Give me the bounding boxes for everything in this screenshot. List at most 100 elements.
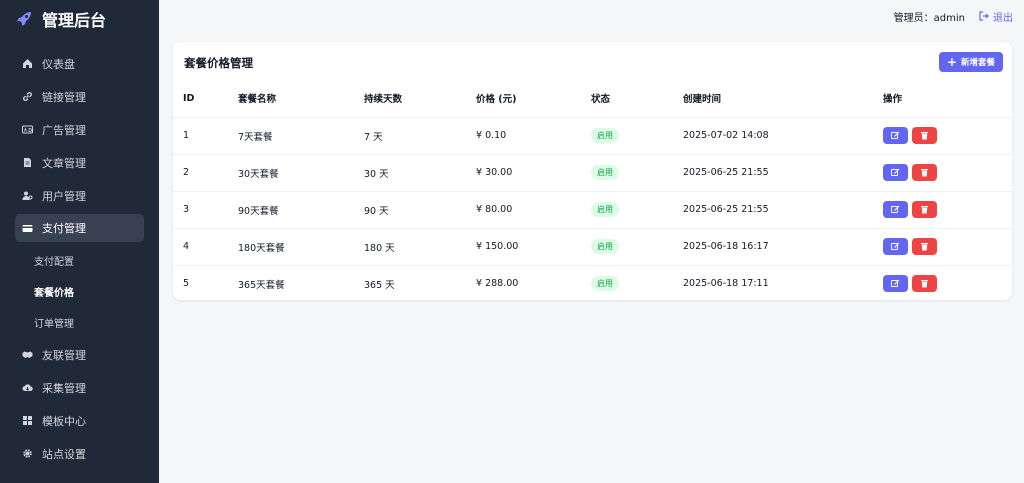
cell-name: 7天套餐 (238, 116, 364, 154)
col-actions: 操作 (883, 94, 903, 106)
home-icon (22, 58, 33, 69)
sidebar-item-label: 站点设置 (42, 447, 86, 461)
page-title: 套餐价格管理 (184, 56, 253, 70)
edit-button[interactable] (883, 238, 908, 255)
cell-created: 2025-07-02 14:08 (683, 116, 883, 154)
delete-button[interactable] (912, 127, 937, 144)
col-created: 创建时间 (683, 94, 722, 106)
sidebar-item-8[interactable]: 模板中心 (0, 404, 159, 437)
status-badge: 启用 (591, 239, 619, 254)
logout-link[interactable]: 退出 (979, 9, 1013, 24)
edit-button[interactable] (883, 275, 908, 293)
status-badge: 启用 (591, 165, 619, 180)
sidebar-item-label: 采集管理 (42, 381, 86, 395)
table-header-row: ID 套餐名称 持续天数 价格 (元) 状态 创建时间 操作 (173, 80, 1012, 117)
cell-days: 90 天 (364, 190, 476, 228)
table-row: 1 7天套餐 7 天 ¥ 0.10 启用 2025-07-02 14:08 (173, 116, 1012, 154)
cell-id: 1 (173, 116, 238, 154)
sidebar-item-1[interactable]: 链接管理 (0, 80, 159, 113)
edit-icon (891, 279, 900, 288)
cell-actions (883, 190, 1012, 228)
brand[interactable]: 管理后台 (0, 0, 159, 37)
cell-status: 启用 (591, 153, 683, 191)
trash-icon (920, 279, 929, 288)
cell-created: 2025-06-18 16:17 (683, 227, 883, 265)
cell-days: 180 天 (364, 227, 476, 265)
table-row: 3 90天套餐 90 天 ¥ 80.00 启用 2025-06-25 21:55 (173, 190, 1012, 228)
sidebar-item-label: 文章管理 (42, 156, 86, 170)
edit-button[interactable] (883, 164, 908, 181)
admin-label: 管理员：admin (893, 12, 965, 24)
sidebar-item-label: 友联管理 (42, 348, 86, 362)
sidebar-item-label: 仪表盘 (42, 57, 75, 71)
cell-actions (883, 153, 1012, 191)
sidebar-item-4[interactable]: 用户管理 (0, 179, 159, 212)
cell-status: 启用 (591, 264, 683, 302)
table-row: 4 180天套餐 180 天 ¥ 150.00 启用 2025-06-18 16:17 (173, 227, 1012, 265)
ad-icon (22, 124, 33, 135)
cell-actions (883, 227, 1012, 265)
delete-button[interactable] (912, 238, 937, 255)
cell-id: 2 (173, 153, 238, 191)
cell-actions (883, 264, 1012, 302)
status-badge: 启用 (591, 128, 619, 143)
package-table: ID 套餐名称 持续天数 价格 (元) 状态 创建时间 操作 1 7天套餐 7 天 ¥… (173, 80, 1012, 302)
logout-label: 退出 (993, 12, 1013, 24)
topbar: 管理员：admin 退出 (159, 0, 1024, 32)
delete-button[interactable] (912, 164, 937, 181)
col-status: 状态 (591, 94, 611, 106)
link-icon (22, 91, 33, 102)
sidebar-item-9[interactable]: 站点设置 (0, 437, 159, 470)
cell-price: ¥ 0.10 (476, 116, 591, 154)
cell-id: 4 (173, 227, 238, 265)
cell-created: 2025-06-18 17:11 (683, 264, 883, 302)
sidebar-nav: 仪表盘链接管理广告管理文章管理用户管理支付管理支付配置 套餐价格 订单管理友联管理采… (0, 47, 159, 470)
edit-icon (891, 242, 900, 251)
cell-id: 3 (173, 190, 238, 228)
cloud-download-icon (22, 382, 33, 393)
trash-icon (920, 205, 929, 214)
sidebar-subitem-0[interactable]: 支付配置 (0, 245, 159, 276)
edit-button[interactable] (883, 201, 908, 218)
status-badge: 启用 (591, 276, 619, 292)
cell-price: ¥ 30.00 (476, 153, 591, 191)
edit-icon (891, 131, 900, 140)
edit-icon (891, 205, 900, 214)
delete-button[interactable] (912, 201, 937, 218)
sidebar-subitem-1[interactable]: 套餐价格 (0, 276, 159, 307)
cell-price: ¥ 150.00 (476, 227, 591, 265)
brand-title: 管理后台 (42, 10, 107, 30)
status-badge: 启用 (591, 202, 619, 217)
cell-days: 365 天 (364, 264, 476, 302)
gear-icon (22, 448, 33, 459)
sidebar-item-7[interactable]: 采集管理 (0, 371, 159, 404)
cell-days: 7 天 (364, 116, 476, 154)
edit-icon (891, 168, 900, 177)
sidebar-item-2[interactable]: 广告管理 (0, 113, 159, 146)
delete-button[interactable] (912, 275, 937, 293)
cell-created: 2025-06-25 21:55 (683, 190, 883, 228)
handshake-icon (22, 349, 33, 360)
sidebar-subitem-2[interactable]: 订单管理 (0, 307, 159, 338)
trash-icon (920, 131, 929, 140)
table-row: 5 365天套餐 365 天 ¥ 288.00 启用 2025-06-18 17:11 (173, 264, 1012, 302)
add-package-button[interactable]: + 新增套餐 (938, 52, 1003, 72)
cell-id: 5 (173, 264, 238, 302)
col-price: 价格 (元) (476, 94, 517, 106)
sidebar-item-0[interactable]: 仪表盘 (0, 47, 159, 80)
edit-button[interactable] (883, 127, 908, 144)
users-icon (22, 190, 33, 201)
sidebar-item-6[interactable]: 友联管理 (0, 338, 159, 371)
sidebar-item-3[interactable]: 文章管理 (0, 146, 159, 179)
sidebar-item-5[interactable]: 支付管理 (15, 214, 144, 242)
credit-card-icon (22, 223, 33, 234)
cell-price: ¥ 80.00 (476, 190, 591, 228)
add-package-label: 新增套餐 (960, 58, 995, 68)
cell-name: 90天套餐 (238, 190, 364, 228)
cell-status: 启用 (591, 116, 683, 154)
sidebar-item-label: 用户管理 (42, 189, 86, 203)
sidebar-item-label: 广告管理 (42, 123, 86, 137)
cell-status: 启用 (591, 227, 683, 265)
table-row: 2 30天套餐 30 天 ¥ 30.00 启用 2025-06-25 21:55 (173, 153, 1012, 191)
cell-name: 365天套餐 (238, 264, 364, 302)
